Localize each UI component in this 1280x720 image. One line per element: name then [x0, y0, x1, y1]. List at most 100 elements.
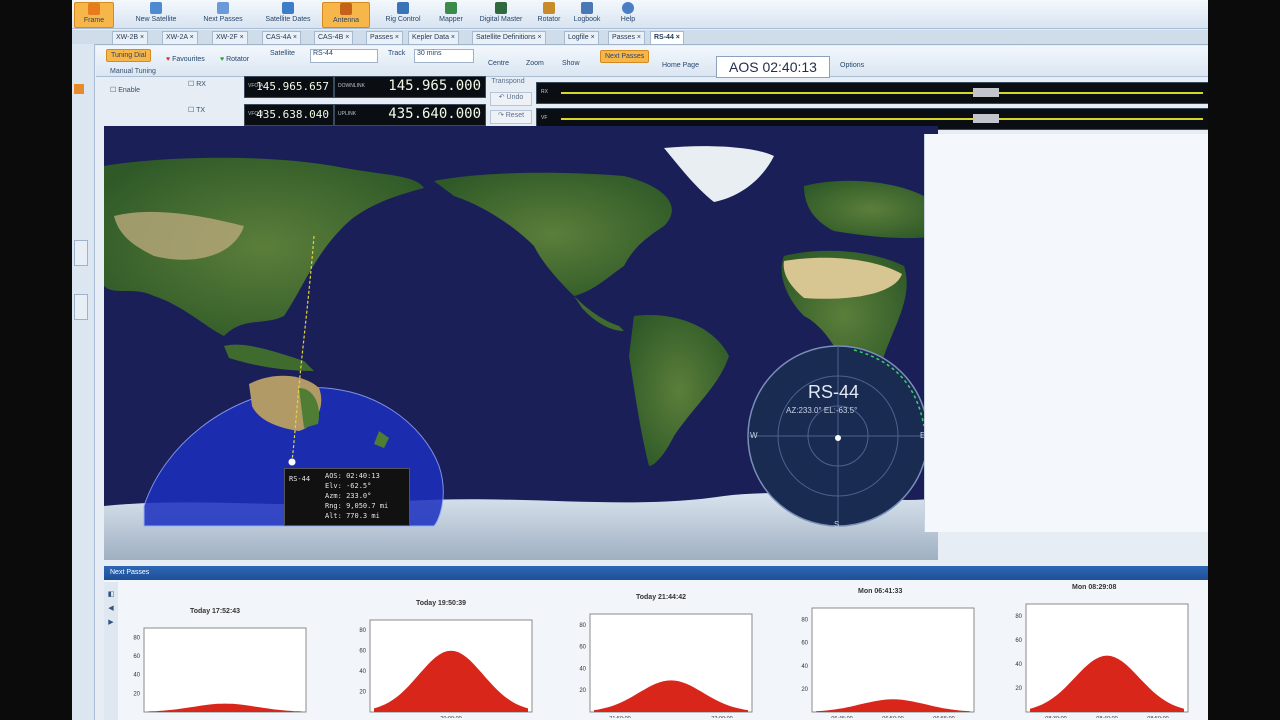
pass-chart-area: [143, 627, 307, 713]
heart-icon: ♥: [166, 56, 171, 63]
options-button[interactable]: Options: [840, 62, 864, 69]
rx-bar-knob[interactable]: [973, 88, 999, 97]
uplink-display: UPLINK 435.640.000: [334, 104, 486, 126]
dock-button-2[interactable]: [74, 240, 88, 266]
pass-chart-ytick: 80: [133, 635, 140, 641]
satellite-dates-button[interactable]: Satellite Dates: [258, 2, 318, 26]
pass-chart-ytick: 20: [579, 688, 586, 694]
pass-chart-ytick: 40: [801, 664, 808, 670]
radar-plot: [747, 345, 929, 527]
mapper-button[interactable]: Mapper: [434, 2, 468, 26]
info-sat-name: RS-44: [289, 475, 311, 483]
tab-xw-2f[interactable]: XW-2F ×: [212, 31, 248, 44]
tab-satellite-definitions[interactable]: Satellite Definitions ×: [472, 31, 546, 44]
vfo-a-display: VFO-A 145.965.657: [244, 76, 334, 98]
centre-button[interactable]: Centre: [488, 60, 509, 67]
pass-chart[interactable]: Today 17:52:43 80 60 40 20: [118, 606, 318, 720]
rotator-toolbar-button[interactable]: ♥ Rotator: [220, 56, 249, 63]
satellite-toolbar: Tuning Dial ♥ Favourites ♥ Rotator Satel…: [96, 46, 1208, 77]
rx-checkbox[interactable]: ☐ RX: [188, 80, 206, 88]
pass-chart[interactable]: Today 21:44:42 80 60 40 20 21:50:00 22:00:00: [564, 592, 764, 720]
tab-logfile[interactable]: Logfile ×: [564, 31, 599, 44]
pass-chart-ytick: 80: [801, 618, 808, 624]
pass-chart-xtick: 21:50:00: [609, 716, 630, 718]
tuning-panel: Manual Tuning ☐ Enable ☐ RX ☐ TX: [94, 64, 244, 124]
undo-button[interactable]: ↶ Undo: [490, 92, 532, 106]
favourites-button[interactable]: ♥ Favourites: [166, 56, 205, 63]
track-select[interactable]: 30 mins: [414, 49, 474, 63]
zoom-button[interactable]: Zoom: [526, 60, 544, 67]
pass-chart-ytick: 20: [133, 691, 140, 697]
pass-chart-ytick: 40: [579, 666, 586, 672]
pass-chart[interactable]: Mon 08:29:08 80 60 40 20 08:30:00 08:40:00 08:5…: [1000, 582, 1200, 720]
tab-rs-44[interactable]: RS-44 ×: [650, 31, 684, 44]
new-satellite-button[interactable]: New Satellite: [130, 2, 182, 26]
passes-next-icon[interactable]: ▶: [104, 618, 118, 626]
tab-xw-2a[interactable]: XW-2A ×: [162, 31, 198, 44]
tab-passes[interactable]: Passes ×: [366, 31, 404, 44]
dock-button-1[interactable]: [74, 84, 84, 94]
tx-checkbox[interactable]: ☐ TX: [188, 106, 205, 114]
pass-chart-xtick: 06:55:00: [933, 716, 954, 718]
dock-button-3[interactable]: [74, 294, 88, 320]
enable-checkbox[interactable]: ☐ Enable: [110, 86, 140, 94]
pass-chart-ytick: 60: [579, 645, 586, 651]
tab-xw-2b[interactable]: XW-2B ×: [112, 31, 149, 44]
satellite-select[interactable]: RS-44: [310, 49, 378, 63]
help-button[interactable]: Help: [614, 2, 642, 26]
pass-chart-title: Mon 08:29:08: [1072, 584, 1117, 591]
antenna-button[interactable]: Antenna: [322, 2, 370, 28]
reset-button[interactable]: ↷ Reset: [490, 110, 532, 124]
tx-bar-knob[interactable]: [973, 114, 999, 123]
help-icon: [622, 2, 634, 14]
radar-compass-w: W: [750, 431, 758, 440]
pass-chart-ytick: 80: [1015, 614, 1022, 620]
rotator-green-icon: ♥: [220, 56, 225, 63]
pass-chart-xtick: 08:50:00: [1147, 716, 1168, 718]
antenna-icon: [340, 3, 352, 15]
digital-master-button[interactable]: Digital Master: [472, 2, 530, 26]
tuning-dial-button[interactable]: Tuning Dial: [106, 49, 152, 62]
pass-chart-ytick: 60: [1015, 638, 1022, 644]
rx-bar-track: [561, 92, 1203, 94]
home-page-button[interactable]: Home Page: [662, 62, 699, 69]
passes-prev-icon[interactable]: ◀: [104, 604, 118, 612]
tab-kepler-data[interactable]: Kepler Data ×: [408, 31, 460, 44]
pass-chart-xtick: 06:45:00: [831, 716, 852, 718]
satellite-marker[interactable]: [287, 457, 297, 467]
info-details: AOS: 02:40:13 Elv: -62.5° Azm: 233.0° Rn…: [325, 472, 389, 520]
rig-control-button[interactable]: Rig Control: [380, 2, 426, 26]
satellite-icon: [150, 2, 162, 14]
rotator-icon: [543, 2, 555, 14]
tab-cas-4b[interactable]: CAS-4B ×: [314, 31, 354, 44]
transpond-label: Transpond: [491, 78, 525, 85]
logbook-icon: [581, 2, 593, 14]
next-passes-button[interactable]: Next Passes: [198, 2, 248, 26]
pass-chart-xtick: 08:40:00: [1096, 716, 1117, 718]
manual-tuning-label: Manual Tuning: [110, 68, 156, 75]
passes-pin-icon[interactable]: ◧: [104, 590, 118, 598]
tab-passes-2[interactable]: Passes ×: [608, 31, 646, 44]
show-button[interactable]: Show: [562, 60, 580, 67]
pass-chart[interactable]: Today 19:50:39 80 60 40 20 20:00:00: [344, 598, 544, 720]
pass-chart-ytick: 60: [801, 641, 808, 647]
satellite-info-popup: RS-44 AOS: 02:40:13 Elv: -62.5° Azm: 233…: [284, 468, 410, 526]
pass-chart-ytick: 40: [133, 673, 140, 679]
rx-tuning-bar[interactable]: RX: [536, 82, 1208, 104]
app-window: Frame New Satellite Next Passes Satellit…: [72, 0, 1208, 720]
radar-center-marker: [835, 435, 841, 441]
pass-chart-ytick: 20: [1015, 686, 1022, 692]
rotator-button[interactable]: Rotator: [532, 2, 566, 26]
pass-chart-ytick: 40: [359, 669, 366, 675]
radar-compass-s: S: [834, 520, 840, 529]
radar-title: RS-44: [808, 382, 860, 402]
aos-countdown: AOS 02:40:13: [716, 56, 830, 78]
satellite-label: Satellite: [270, 50, 295, 57]
frame-button[interactable]: Frame: [74, 2, 114, 28]
pass-chart-xtick: 06:50:00: [882, 716, 903, 718]
pass-chart[interactable]: Mon 06:41:33 80 60 40 20 06:45:00 06:50:00 06:5…: [786, 586, 986, 720]
tab-cas-4a[interactable]: CAS-4A ×: [262, 31, 301, 44]
logbook-button[interactable]: Logbook: [568, 2, 606, 26]
next-passes-toolbar-button[interactable]: Next Passes: [600, 50, 650, 63]
world-map[interactable]: RS-44 AZ:233.0° EL:-63.5° W E S RS-44 AO…: [104, 126, 938, 560]
